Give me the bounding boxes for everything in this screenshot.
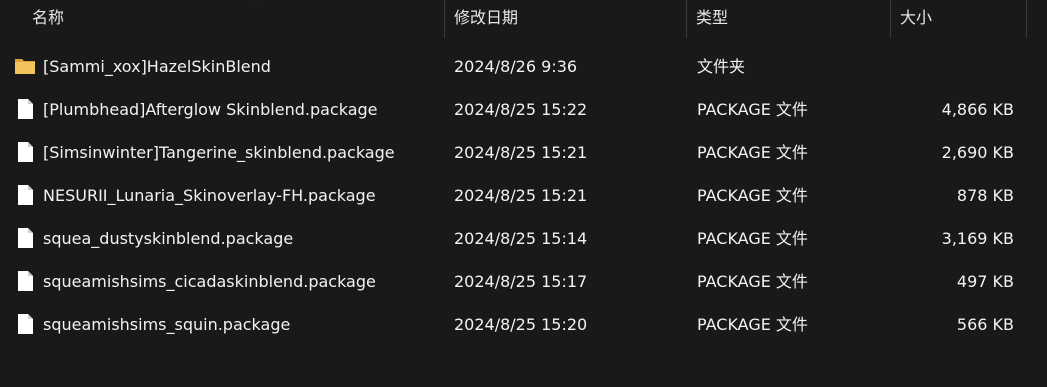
file-type: 文件夹 [697, 57, 746, 76]
file-size: 497 KB [956, 272, 1014, 291]
column-header-size-label: 大小 [900, 8, 933, 27]
column-header-name-label: 名称 [32, 8, 65, 27]
column-header-name[interactable]: 名称 [22, 0, 442, 38]
list-item[interactable]: NESURII_Lunaria_Skinoverlay-FH.package 2… [0, 174, 1047, 217]
file-icon [18, 314, 33, 334]
file-list-view: 名称 修改日期 类型 大小 [Sammi_xox]HazelSkinBlend … [0, 0, 1047, 387]
list-item[interactable]: [Simsinwinter]Tangerine_skinblend.packag… [0, 131, 1047, 174]
file-icon [18, 99, 33, 119]
list-item[interactable]: squeamishsims_squin.package 2024/8/25 15… [0, 303, 1047, 346]
column-header-type-label: 类型 [696, 8, 729, 27]
file-type: PACKAGE 文件 [697, 272, 808, 291]
file-icon [18, 271, 33, 291]
file-size: 4,866 KB [941, 100, 1014, 119]
file-type: PACKAGE 文件 [697, 229, 808, 248]
file-type: PACKAGE 文件 [697, 143, 808, 162]
list-item[interactable]: squea_dustyskinblend.package 2024/8/25 1… [0, 217, 1047, 260]
file-size: 3,169 KB [941, 229, 1014, 248]
file-size: 2,690 KB [941, 143, 1014, 162]
file-date: 2024/8/25 15:21 [454, 186, 588, 205]
folder-icon [15, 59, 35, 74]
file-date: 2024/8/25 15:20 [454, 315, 588, 334]
column-header-type[interactable]: 类型 [686, 0, 890, 38]
file-name: [Plumbhead]Afterglow Skinblend.package [43, 100, 378, 119]
sort-up-icon [251, 0, 261, 1]
column-header-size[interactable]: 大小 [890, 0, 1026, 38]
file-type: PACKAGE 文件 [697, 186, 808, 205]
file-name: [Sammi_xox]HazelSkinBlend [43, 57, 271, 76]
list-item[interactable]: squeamishsims_cicadaskinblend.package 20… [0, 260, 1047, 303]
file-icon [18, 228, 33, 248]
file-icon [18, 185, 33, 205]
file-size: 566 KB [956, 315, 1014, 334]
file-name: [Simsinwinter]Tangerine_skinblend.packag… [43, 143, 395, 162]
file-date: 2024/8/25 15:22 [454, 100, 588, 119]
file-date: 2024/8/25 15:14 [454, 229, 588, 248]
file-date: 2024/8/25 15:21 [454, 143, 588, 162]
file-type: PACKAGE 文件 [697, 100, 808, 119]
file-name: squeamishsims_cicadaskinblend.package [43, 272, 376, 291]
file-name: squeamishsims_squin.package [43, 315, 291, 334]
list-item[interactable]: [Sammi_xox]HazelSkinBlend 2024/8/26 9:36… [0, 45, 1047, 88]
column-header-date-label: 修改日期 [454, 8, 519, 27]
file-date: 2024/8/25 15:17 [454, 272, 588, 291]
file-type: PACKAGE 文件 [697, 315, 808, 334]
file-size: 878 KB [956, 186, 1014, 205]
column-header-date[interactable]: 修改日期 [444, 0, 686, 38]
column-divider[interactable] [1026, 0, 1027, 38]
list-item[interactable]: [Plumbhead]Afterglow Skinblend.package 2… [0, 88, 1047, 131]
file-size [880, 45, 1014, 88]
file-icon [18, 142, 33, 162]
file-date: 2024/8/26 9:36 [454, 57, 578, 76]
file-rows: [Sammi_xox]HazelSkinBlend 2024/8/26 9:36… [0, 45, 1047, 346]
file-name: squea_dustyskinblend.package [43, 229, 294, 248]
column-header-bar: 名称 修改日期 类型 大小 [0, 0, 1047, 38]
file-name: NESURII_Lunaria_Skinoverlay-FH.package [43, 186, 376, 205]
